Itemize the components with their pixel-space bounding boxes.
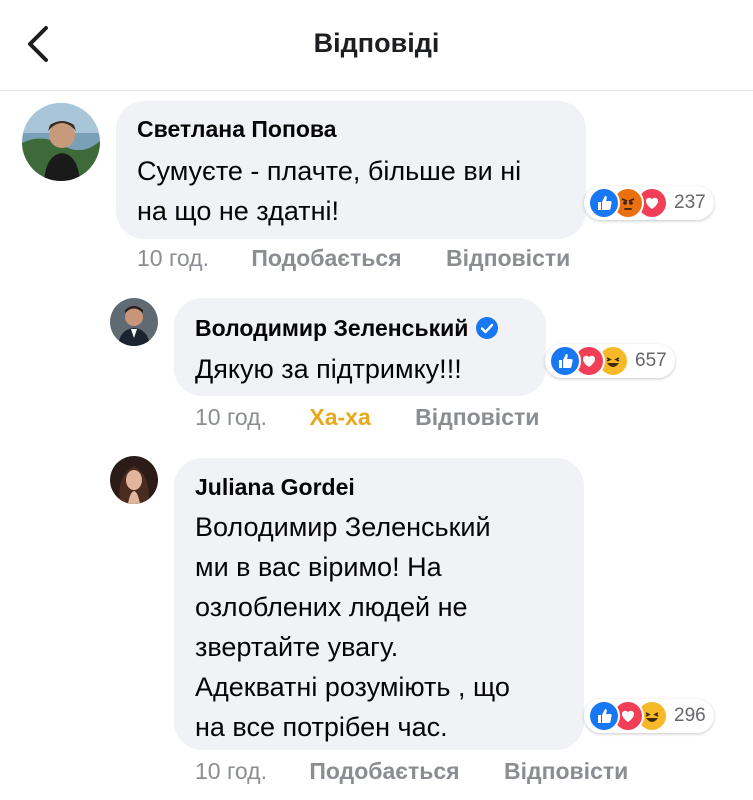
- comment-text-line: на що не здатні!: [137, 196, 340, 226]
- comment-text-line: Адекватні розуміють , що: [195, 672, 510, 702]
- comment-author[interactable]: Juliana Gordei: [195, 474, 355, 501]
- timestamp[interactable]: 10 год.: [137, 245, 209, 272]
- comment-text-line: на все потрібен час.: [195, 712, 448, 742]
- comment-text-line: ми в вас віримо! На: [195, 552, 442, 582]
- reaction-count: 296: [674, 705, 706, 726]
- avatar-photo: [110, 456, 158, 504]
- page-title: Відповіді: [313, 28, 440, 58]
- reaction-summary[interactable]: 657: [545, 344, 675, 378]
- comment-author[interactable]: Светлана Попова: [137, 116, 337, 143]
- reaction-count: 657: [635, 350, 667, 371]
- top-bar: Відповіді: [0, 0, 753, 91]
- timestamp[interactable]: 10 год.: [195, 404, 267, 431]
- comment-text-line: Володимир Зеленський: [195, 512, 491, 542]
- avatar[interactable]: [110, 298, 158, 346]
- comment-meta: 10 год. Ха-ха Відповісти: [195, 404, 539, 431]
- avatar-photo: [110, 298, 158, 346]
- reaction-summary[interactable]: 237: [584, 186, 714, 220]
- reaction-summary[interactable]: 296: [584, 699, 714, 733]
- reply-button[interactable]: Відповісти: [446, 245, 570, 272]
- comment-meta: 10 год. Подобається Відповісти: [195, 758, 628, 785]
- avatar-photo: [22, 103, 100, 181]
- comment-author-name: Володимир Зеленський: [195, 315, 469, 341]
- haha-reaction-button[interactable]: Ха-ха: [309, 404, 370, 431]
- comment-meta: 10 год. Подобається Відповісти: [137, 245, 570, 272]
- avatar[interactable]: [110, 456, 158, 504]
- comment-text-line: Сумуєте - плачте, більше ви ні: [137, 156, 522, 186]
- verified-badge-icon: [476, 317, 499, 339]
- comment-text-line: звертайте увагу.: [195, 632, 399, 662]
- reply-button[interactable]: Відповісти: [504, 758, 628, 785]
- reply-button[interactable]: Відповісти: [415, 404, 539, 431]
- timestamp[interactable]: 10 год.: [195, 758, 267, 785]
- like-icon: [549, 345, 581, 377]
- avatar[interactable]: [22, 103, 100, 181]
- like-icon: [588, 700, 620, 732]
- comment-author[interactable]: Володимир Зеленський: [195, 315, 499, 342]
- like-icon: [588, 187, 620, 219]
- reaction-count: 237: [674, 192, 706, 213]
- like-button[interactable]: Подобається: [251, 245, 401, 272]
- like-button[interactable]: Подобається: [309, 758, 459, 785]
- comment-text-line: Дякую за підтримку!!!: [195, 354, 462, 384]
- comment-text-line: озлоблених людей не: [195, 592, 468, 622]
